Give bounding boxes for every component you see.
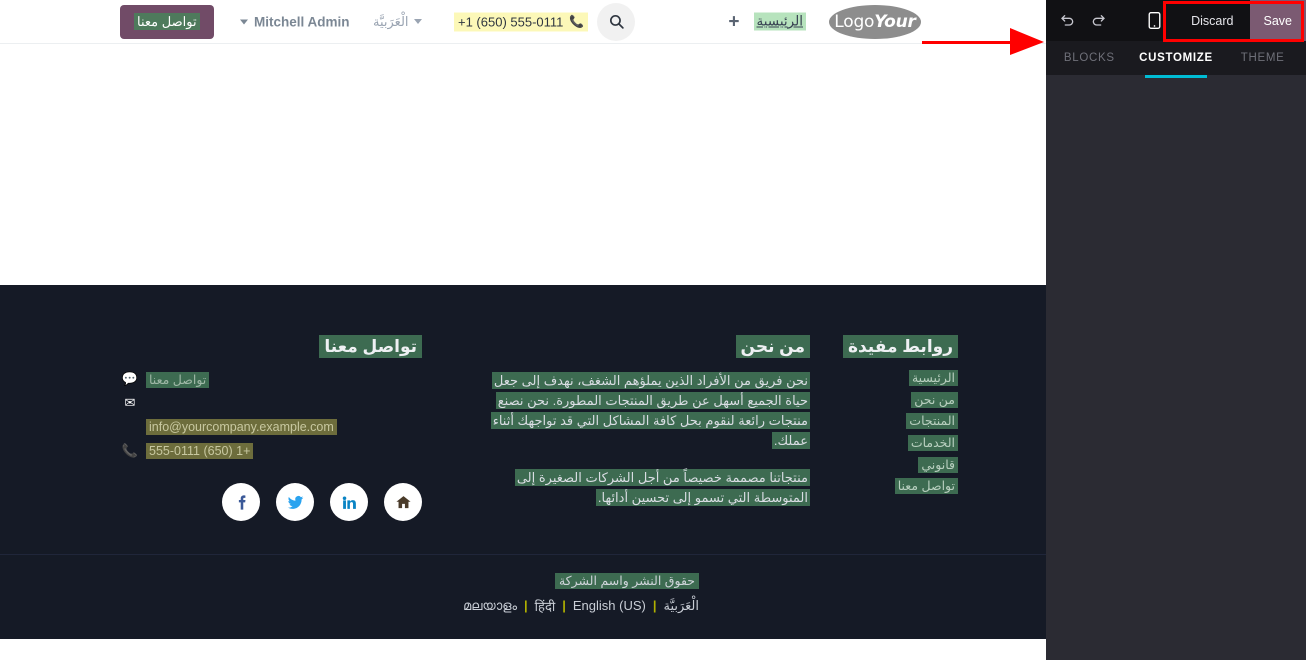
- lang-separator-2: |: [562, 598, 566, 614]
- footer-column-links: روابط مفيدة الرئيسية من نحن المنتجات الخ…: [828, 335, 958, 524]
- copyright-text: حقوق النشر واسم الشركة: [463, 572, 699, 589]
- footer-contact-chat-row[interactable]: 💬 تواصل معنا: [121, 371, 422, 388]
- phone-icon-footer: 📞: [121, 443, 138, 458]
- footer-link-services[interactable]: الخدمات: [907, 434, 958, 451]
- search-icon: [609, 14, 624, 29]
- editor-actions: Discard Save: [1134, 0, 1306, 41]
- footer-lang-malayalam[interactable]: മലയാളം: [463, 598, 517, 614]
- social-linkedin-link[interactable]: [330, 483, 368, 521]
- list-item: المنتجات: [828, 413, 958, 430]
- tab-blocks[interactable]: BLOCKS: [1046, 41, 1133, 75]
- site-footer: روابط مفيدة الرئيسية من نحن المنتجات الخ…: [0, 285, 1046, 639]
- discard-button[interactable]: Discard: [1175, 0, 1249, 41]
- footer-lang-arabic[interactable]: الْعَرَبيَّة: [663, 598, 699, 614]
- search-button[interactable]: [597, 2, 635, 41]
- footer-contact-phone: +1 (650) 555-0111: [146, 443, 254, 459]
- footer-link-products[interactable]: المنتجات: [906, 413, 958, 430]
- page-content-area: [0, 44, 1046, 285]
- footer-link-about[interactable]: من نحن: [911, 391, 958, 408]
- lang-separator-3: |: [524, 598, 528, 614]
- logo-text-secondary: Logo: [834, 11, 875, 32]
- envelope-icon: ✉: [124, 395, 136, 410]
- user-menu-label: Mitchell Admin: [254, 14, 350, 29]
- lang-separator-1: |: [652, 598, 657, 614]
- footer-link-legal[interactable]: قانوني: [918, 456, 958, 473]
- footer-contact-email: info@yourcompany.example.com: [146, 419, 337, 435]
- history-buttons: [1046, 13, 1106, 29]
- list-item: تواصل معنا: [828, 478, 958, 495]
- list-item: من نحن: [828, 391, 958, 409]
- tab-theme[interactable]: THEME: [1219, 41, 1306, 75]
- website-canvas: Your Logo الرئيسية + +1 (650) 555-0111 📞 …: [0, 0, 1046, 660]
- editor-toolbar: Discard Save: [1046, 0, 1306, 41]
- footer-contact-email-value-row[interactable]: info@yourcompany.example.com: [122, 419, 422, 435]
- footer-language-list: الْعَرَبيَّة | English (US) | हिंदी | മല…: [463, 597, 699, 615]
- user-menu[interactable]: Mitchell Admin: [240, 14, 350, 29]
- footer-contact-email-row[interactable]: ✉: [122, 395, 422, 411]
- phone-icon: 📞: [569, 14, 585, 29]
- chevron-down-icon: [413, 19, 422, 24]
- footer-links-heading: روابط مفيدة: [828, 335, 958, 358]
- footer-links-list: الرئيسية من نحن المنتجات الخدمات قانوني …: [828, 370, 958, 495]
- chat-bubble-icon: 💬: [121, 371, 138, 386]
- linkedin-icon: [342, 495, 356, 509]
- website-editor-panel: Discard Save BLOCKS CUSTOMIZE THEME: [1046, 0, 1306, 660]
- header-phone[interactable]: +1 (650) 555-0111 📞: [454, 12, 589, 31]
- footer-lang-hindi[interactable]: हिंदी: [535, 597, 556, 615]
- plus-icon[interactable]: +: [728, 12, 739, 31]
- editor-tabs: BLOCKS CUSTOMIZE THEME: [1046, 41, 1306, 78]
- site-header: Your Logo الرئيسية + +1 (650) 555-0111 📞 …: [0, 0, 1046, 44]
- mobile-preview-button[interactable]: [1134, 0, 1175, 41]
- header-language-label: الْعَرَبيَّة: [373, 13, 409, 29]
- footer-columns: روابط مفيدة الرئيسية من نحن المنتجات الخ…: [0, 335, 1046, 524]
- footer-about-heading: من نحن: [470, 335, 810, 358]
- save-button[interactable]: Save: [1249, 0, 1306, 41]
- footer-link-home[interactable]: الرئيسية: [908, 370, 958, 386]
- logo-oval: Your Logo: [829, 4, 921, 39]
- redo-button[interactable]: [1090, 13, 1106, 29]
- header-language-selector[interactable]: الْعَرَبيَّة: [373, 14, 422, 30]
- nav-item-home[interactable]: الرئيسية: [753, 12, 806, 31]
- list-item: الخدمات: [828, 434, 958, 452]
- header-contact-button-label: تواصل معنا: [134, 12, 200, 30]
- footer-link-contact[interactable]: تواصل معنا: [894, 478, 958, 495]
- header-contact-button[interactable]: تواصل معنا: [120, 4, 214, 39]
- site-logo[interactable]: Your Logo: [829, 4, 921, 39]
- footer-about-paragraph-2: منتجاتنا مصممة خصيصاً من أجل الشركات الص…: [514, 468, 810, 506]
- header-nav: الرئيسية +: [728, 12, 806, 31]
- footer-social-row: [122, 483, 422, 521]
- social-twitter-link[interactable]: [276, 483, 314, 521]
- footer-contact-chat-label: تواصل معنا: [146, 371, 210, 388]
- footer-column-contact: تواصل معنا 💬 تواصل معنا ✉ info@yourcompa…: [121, 335, 422, 524]
- social-home-link[interactable]: [384, 483, 422, 521]
- footer-bottom-bar: حقوق النشر واسم الشركة الْعَرَبيَّة | En…: [0, 553, 1046, 639]
- list-item: قانوني: [828, 456, 958, 474]
- chevron-down-icon-user: [240, 19, 248, 24]
- list-item: الرئيسية: [828, 370, 958, 387]
- social-facebook-link[interactable]: [222, 483, 260, 521]
- screen-root: Your Logo الرئيسية + +1 (650) 555-0111 📞 …: [0, 0, 1306, 660]
- header-phone-number: +1 (650) 555-0111: [458, 14, 564, 29]
- footer-contact-heading: تواصل معنا: [122, 335, 422, 358]
- footer-column-about: من نحن نحن فريق من الأفراد الذين يملؤهم …: [470, 335, 810, 524]
- editor-options-panel: [1046, 75, 1306, 660]
- tab-customize[interactable]: CUSTOMIZE: [1133, 41, 1220, 78]
- footer-about-paragraph-1: نحن فريق من الأفراد الذين يملؤهم الشغف، …: [490, 372, 810, 450]
- logo-text-primary: Your: [874, 11, 916, 32]
- home-icon: [395, 495, 411, 508]
- redo-icon: [1092, 14, 1105, 26]
- twitter-icon: [287, 495, 303, 509]
- undo-icon: [1061, 14, 1074, 26]
- undo-button[interactable]: [1060, 13, 1076, 29]
- footer-contact-phone-row[interactable]: 📞 +1 (650) 555-0111: [122, 443, 422, 459]
- copyright-block: حقوق النشر واسم الشركة الْعَرَبيَّة | En…: [463, 572, 699, 615]
- facebook-icon: [238, 494, 245, 510]
- mobile-preview-icon: [1148, 12, 1161, 29]
- footer-lang-english[interactable]: English (US): [573, 598, 646, 613]
